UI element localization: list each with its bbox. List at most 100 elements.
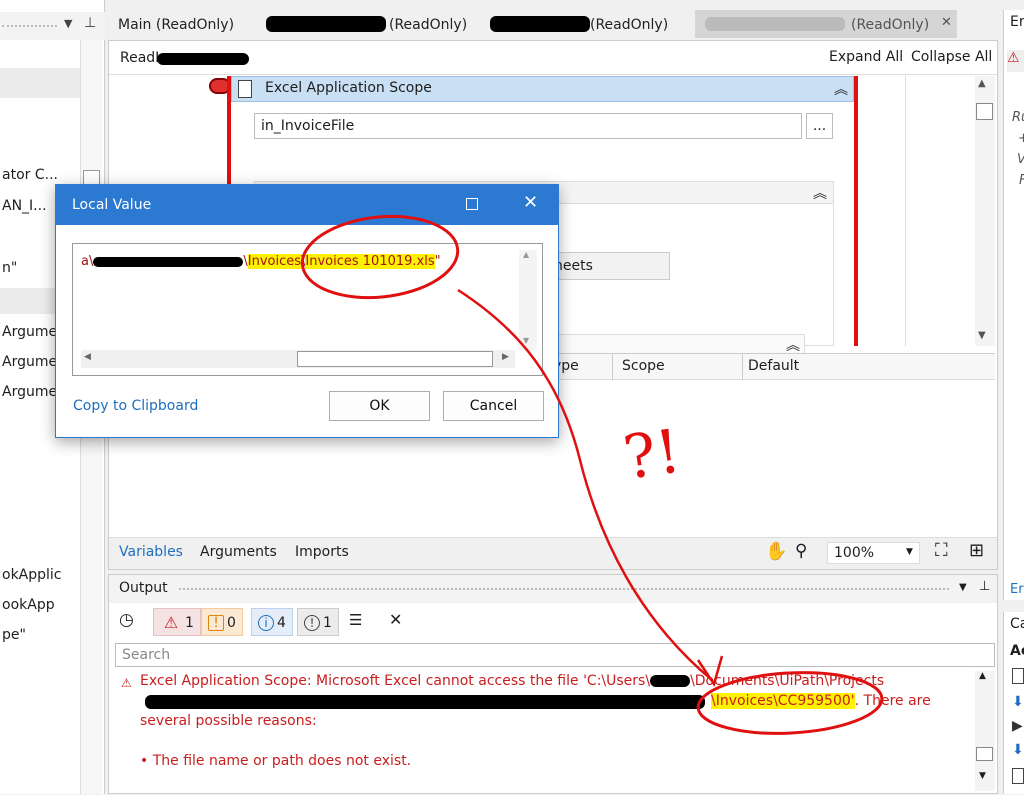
error-line-3: several possible reasons: [140, 713, 317, 729]
value-file: Invoices 101019.xls [305, 254, 435, 269]
cancel-button[interactable]: Cancel [443, 391, 544, 421]
tab-strip: Main (ReadOnly) (ReadOnly) (ReadOnly) (R… [108, 10, 998, 38]
collapse-all-link[interactable]: Collapse All [911, 49, 992, 65]
scroll-up-icon[interactable]: ▲ [979, 671, 986, 681]
left-item[interactable]: AN_I... [2, 198, 47, 214]
error-filter[interactable]: ⚠ 1 [153, 608, 201, 636]
scrollbar-thumb[interactable] [976, 747, 993, 761]
nested-header[interactable]: ︽ [535, 334, 805, 354]
error-icon: ⚠ [163, 613, 179, 632]
hand-pan-icon[interactable]: ✋ [765, 541, 787, 562]
collapse-chevron-icon[interactable]: ︽ [813, 183, 827, 203]
activity-header[interactable]: Excel Application Scope ︽ [231, 76, 854, 102]
dialog-titlebar: Local Value ✕ [56, 185, 558, 225]
designer-header: ReadI Expand All Collapse All [109, 41, 997, 75]
right-panel-link[interactable]: Er [1010, 582, 1024, 597]
file-path-input[interactable]: in_InvoiceFile [254, 113, 802, 139]
collapse-chevron-icon[interactable]: ︽ [834, 79, 848, 99]
search-input[interactable]: Search [115, 643, 995, 667]
scroll-down-icon[interactable]: ▼ [979, 771, 986, 781]
value-folder: Invoices [247, 254, 302, 269]
left-item[interactable]: ator C... [2, 167, 58, 183]
right-panel-line: Ru [1012, 110, 1024, 125]
textarea-vscroll[interactable]: ▲ ▼ [519, 250, 537, 350]
browse-button[interactable]: ... [806, 113, 833, 139]
chevron-down-icon[interactable]: ▼ [959, 582, 967, 593]
redaction [490, 16, 590, 32]
clock-icon[interactable]: ◷ [119, 610, 134, 630]
error-row-icon: ⚠ [121, 676, 132, 690]
copy-to-clipboard-link[interactable]: Copy to Clipboard [73, 398, 198, 414]
warning-count: 0 [227, 615, 236, 631]
scroll-up-icon[interactable]: ▲ [523, 250, 529, 259]
tab-2[interactable]: (ReadOnly) [389, 14, 467, 36]
output-vscroll[interactable]: ▲ ▼ [975, 671, 995, 791]
clear-icon[interactable]: ✕ [389, 610, 402, 629]
left-item[interactable]: Argume [2, 354, 57, 370]
left-item[interactable]: pe" [2, 627, 26, 643]
scrollbar-thumb[interactable] [976, 103, 993, 120]
column-header-scope[interactable]: Scope [622, 358, 665, 374]
pin-icon[interactable]: ⊥ [84, 15, 96, 31]
breadcrumb[interactable]: ReadI [120, 50, 159, 66]
tab-imports[interactable]: Imports [295, 544, 349, 560]
scrollbar-thumb[interactable] [297, 351, 493, 367]
download-icon[interactable]: ⬇ [1012, 694, 1024, 710]
scroll-left-icon[interactable]: ◀ [84, 352, 91, 362]
scroll-right-icon[interactable]: ▶ [502, 352, 509, 362]
fit-screen-icon[interactable]: ⛶ [935, 540, 948, 561]
maximize-icon[interactable] [466, 198, 478, 210]
document-icon [238, 80, 252, 98]
info-count: 4 [277, 615, 286, 631]
tab-active[interactable]: (ReadOnly) ✕ [695, 10, 957, 38]
play-icon[interactable]: ▶ [1012, 718, 1023, 734]
textarea-hscroll[interactable]: ◀ ▶ [81, 350, 515, 368]
warning-filter[interactable]: ! 0 [201, 608, 243, 636]
left-item[interactable]: ookApp [2, 597, 55, 613]
zoom-value: 100% [834, 545, 875, 561]
zoom-search-icon[interactable]: ⚲ [795, 541, 807, 561]
error-bullet: • The file name or path does not exist. [140, 753, 412, 769]
right-bottom-sub: Ac [1010, 643, 1024, 659]
right-panel: Er ⚠ Ru + V F Er [1003, 10, 1024, 600]
ok-button[interactable]: OK [329, 391, 430, 421]
designer-vscroll[interactable]: ▲ ▼ [975, 76, 995, 346]
left-item[interactable]: Argume [2, 384, 57, 400]
trace-filter[interactable]: ! 1 [297, 608, 339, 636]
left-item[interactable]: n" [2, 260, 17, 276]
collapse-chevron-icon[interactable]: ︽ [786, 335, 800, 355]
sheets-box[interactable]: heets [545, 252, 670, 280]
filter-list-icon[interactable]: ☰ [349, 611, 362, 629]
warning-icon: ! [208, 615, 224, 631]
overview-icon[interactable]: ⊞ [969, 540, 984, 561]
error-badge[interactable]: ⚠ [1007, 50, 1024, 72]
designer-footer: Variables Arguments Imports ✋ ⚲ 100% ▼ ⛶… [109, 537, 997, 569]
error-line-1[interactable]: Excel Application Scope: Microsoft Excel… [140, 671, 884, 691]
close-tab-icon[interactable]: ✕ [941, 15, 952, 30]
redaction [266, 16, 386, 32]
tab-variables[interactable]: Variables [119, 544, 183, 560]
tab-arguments[interactable]: Arguments [200, 544, 277, 560]
scroll-up-icon[interactable]: ▲ [978, 78, 986, 89]
chevron-down-icon[interactable]: ▼ [64, 17, 72, 30]
value-prefix: a\ [81, 254, 94, 269]
document-icon[interactable] [1012, 768, 1024, 784]
close-icon[interactable]: ✕ [523, 192, 538, 213]
info-icon: i [258, 615, 274, 631]
expand-all-link[interactable]: Expand All [829, 49, 903, 65]
column-header-default[interactable]: Default [748, 358, 799, 374]
tab-3[interactable]: (ReadOnly) [590, 14, 668, 36]
left-item[interactable]: Argume [2, 324, 57, 340]
left-item[interactable]: okApplic [2, 567, 62, 583]
left-panel-row-highlight [0, 68, 80, 98]
value-text: a\ \Invoices\Invoices 101019.xls" [81, 254, 441, 269]
document-icon[interactable] [1012, 668, 1024, 684]
pin-icon[interactable]: ⊥ [979, 579, 990, 594]
scroll-down-icon[interactable]: ▼ [978, 330, 986, 341]
tab-main[interactable]: Main (ReadOnly) [118, 14, 234, 36]
info-filter[interactable]: i4 [251, 608, 293, 636]
zoom-select[interactable]: 100% ▼ [827, 542, 920, 564]
download-icon[interactable]: ⬇ [1012, 742, 1024, 758]
scroll-down-icon[interactable]: ▼ [523, 336, 529, 345]
value-textarea[interactable]: a\ \Invoices\Invoices 101019.xls" ▲ ▼ ◀ ▶ [72, 243, 543, 376]
